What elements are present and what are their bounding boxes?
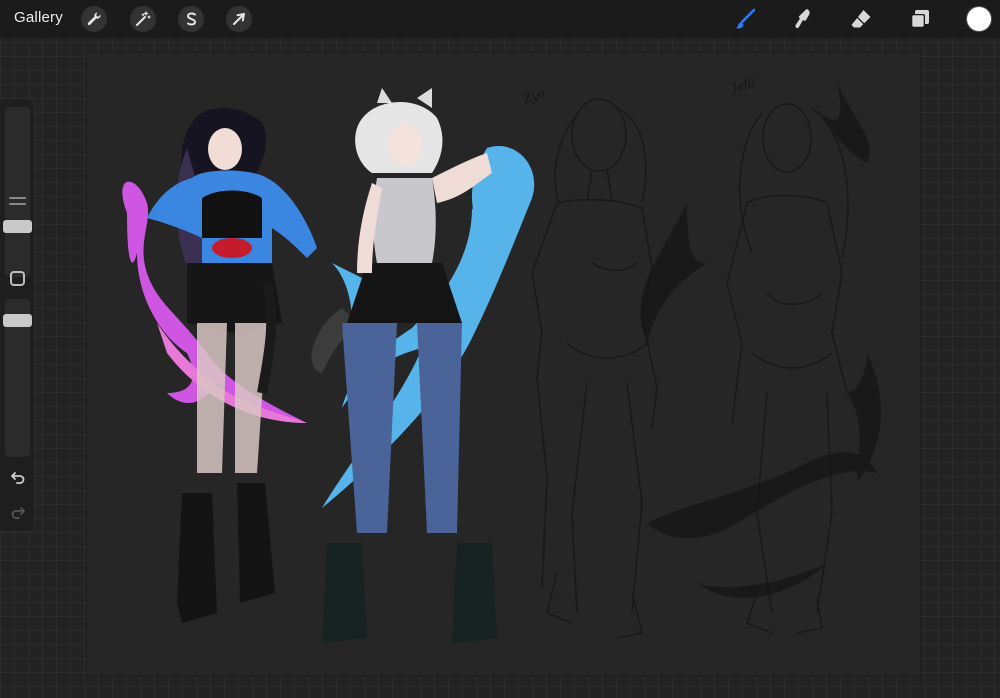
undo-arrow-icon [11, 472, 25, 484]
sketch-figure-zyo [531, 98, 658, 639]
brush-size-thumb[interactable] [3, 220, 32, 233]
brush-size-slider[interactable] [5, 107, 30, 277]
arrow-cursor-icon [233, 13, 245, 25]
wrench-icon [87, 12, 101, 26]
character-right [311, 88, 535, 643]
sidebar-drag-handle[interactable] [9, 197, 26, 209]
modify-button[interactable] [10, 271, 25, 286]
layers-button[interactable] [906, 5, 934, 33]
brush-tool-button[interactable] [731, 5, 759, 33]
selection-button[interactable] [178, 6, 204, 32]
magic-wand-icon [136, 11, 151, 26]
actions-button[interactable] [81, 6, 107, 32]
undo-button[interactable] [8, 467, 28, 487]
layers-icon [911, 10, 929, 28]
redo-button[interactable] [8, 502, 28, 522]
sketch-flames [640, 83, 881, 598]
color-picker-button[interactable] [967, 7, 991, 31]
opacity-thumb[interactable] [3, 314, 32, 327]
transform-button[interactable] [226, 6, 252, 32]
character-left [122, 108, 317, 623]
redo-arrow-icon [11, 507, 25, 519]
brush-icon [735, 8, 756, 29]
sketch-figure-jelli [726, 103, 849, 634]
adjustments-button[interactable] [130, 6, 156, 32]
left-sidebar [0, 98, 35, 532]
artwork [122, 83, 881, 643]
selection-s-icon [186, 12, 197, 26]
smudge-finger-icon [795, 9, 810, 29]
gallery-button[interactable]: Gallery [14, 9, 63, 26]
smudge-tool-button[interactable] [789, 5, 817, 33]
eraser-tool-button[interactable] [847, 5, 875, 33]
drawing-canvas[interactable]: Zyo Jelli [87, 53, 920, 675]
eraser-icon [851, 10, 871, 28]
top-toolbar: Gallery [0, 0, 1000, 38]
